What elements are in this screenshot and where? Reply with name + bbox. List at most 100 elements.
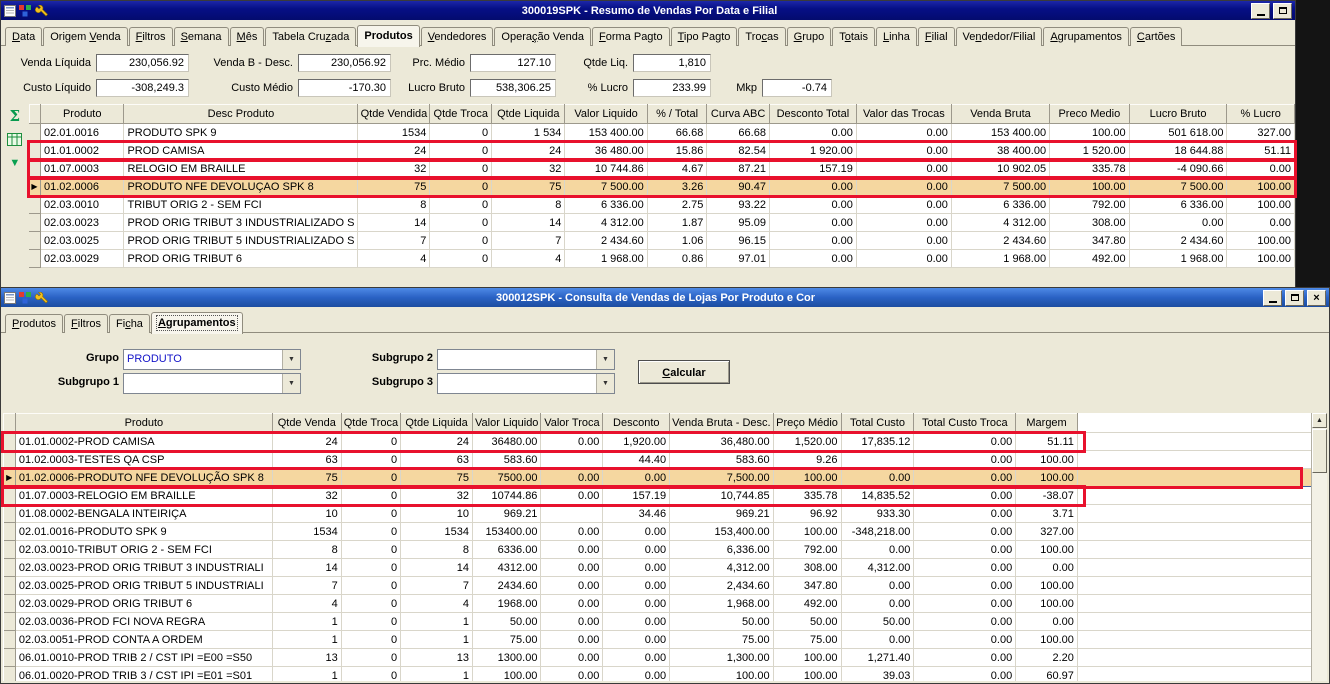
cell[interactable]: 0.00 [841,631,914,649]
row-selector[interactable] [29,250,40,268]
cell[interactable]: 153,400.00 [670,523,773,541]
cell[interactable]: 0.00 [769,196,856,214]
cell[interactable]: 75.00 [473,631,541,649]
cell[interactable] [541,505,603,523]
cell[interactable]: 1534 [358,124,430,142]
cell[interactable]: 4 312.00 [565,214,647,232]
cell[interactable]: 0.00 [603,631,670,649]
column-header-qtde-liquida[interactable]: Qtde Liquida [492,105,565,124]
cell[interactable]: 0 [341,469,400,487]
cell[interactable]: 0.00 [914,433,1016,451]
cell[interactable]: 0 [430,214,492,232]
row-selector[interactable] [29,142,40,160]
cell[interactable]: 0.00 [914,577,1016,595]
cell[interactable]: 01.08.0002-BENGALA INTEIRIÇA [15,505,272,523]
cell[interactable]: 100.00 [670,667,773,682]
cell[interactable]: 60.97 [1016,667,1078,682]
cell[interactable]: 18 644.88 [1129,142,1227,160]
row-selector[interactable] [29,232,40,250]
cell[interactable]: 308.00 [773,559,841,577]
cell[interactable]: 1534 [272,523,341,541]
cell[interactable]: 0.00 [914,505,1016,523]
cell[interactable]: 0.00 [541,613,603,631]
cell[interactable]: 0 [341,541,400,559]
row-selector[interactable] [29,160,40,178]
tab-vendedor-filial[interactable]: Vendedor/Filial [956,27,1043,46]
cell[interactable]: 933.30 [841,505,914,523]
cell[interactable]: 0.00 [856,196,951,214]
cell[interactable]: 06.01.0010-PROD TRIB 2 / CST IPI =E00 =S… [15,649,272,667]
cell[interactable]: 100.00 [1227,178,1295,196]
cell[interactable]: 0 [430,196,492,214]
row-selector[interactable] [4,433,16,451]
cell[interactable]: 3.26 [647,178,707,196]
cell[interactable]: 51.11 [1227,142,1295,160]
cell[interactable]: 0.00 [1227,214,1295,232]
cell[interactable]: 93.22 [707,196,770,214]
tab-produtos[interactable]: Produtos [357,25,419,47]
cell[interactable]: 0.00 [769,214,856,232]
tab-opera-o-venda[interactable]: Operação Venda [494,27,591,46]
cell[interactable]: 02.03.0010-TRIBUT ORIG 2 - SEM FCI [15,541,272,559]
sum-icon[interactable]: Σ [9,107,20,125]
cell[interactable]: 0 [341,433,400,451]
cell[interactable]: 100.00 [773,649,841,667]
cell[interactable]: 0 [341,451,400,469]
cell[interactable]: 0.00 [856,124,951,142]
row-selector[interactable]: ▶ [29,178,40,196]
cell[interactable]: 0.00 [541,649,603,667]
tab-vendedores[interactable]: Vendedores [421,27,494,46]
cell[interactable]: 501 618.00 [1129,124,1227,142]
cell[interactable]: 347.80 [1050,232,1130,250]
row-selector[interactable] [4,559,16,577]
cell[interactable]: 36,480.00 [670,433,773,451]
cell[interactable]: 1 [401,631,473,649]
row-selector[interactable] [4,631,16,649]
cell[interactable]: 66.68 [707,124,770,142]
cell[interactable]: 153 400.00 [565,124,647,142]
cell[interactable]: 14 [492,214,565,232]
cell[interactable]: 02.03.0010 [40,196,124,214]
cell[interactable]: 13 [401,649,473,667]
column-header-curva-abc[interactable]: Curva ABC [707,105,770,124]
vertical-scrollbar[interactable]: ▲ [1311,413,1327,681]
column-header-produto[interactable]: Produto [40,105,124,124]
cell[interactable]: 4 [401,595,473,613]
cell[interactable]: 1 534 [492,124,565,142]
grupo-combobox[interactable]: PRODUTO ▼ [123,349,301,370]
chevron-down-icon[interactable]: ▼ [282,374,300,393]
maximize-button[interactable] [1285,290,1304,306]
cell[interactable]: 0.00 [841,469,914,487]
cell[interactable]: 97.01 [707,250,770,268]
cell[interactable]: 8 [272,541,341,559]
cell[interactable]: 0.00 [1129,214,1227,232]
cell[interactable]: 0.00 [541,667,603,682]
cell[interactable]: 66.68 [647,124,707,142]
tab-data[interactable]: Data [5,27,42,46]
cell[interactable]: 492.00 [1050,250,1130,268]
column-header-pre-o-m-dio[interactable]: Preço Médio [773,414,841,433]
cell[interactable]: 10 [401,505,473,523]
chevron-down-icon[interactable]: ▼ [282,350,300,369]
tab-ficha[interactable]: Ficha [109,314,150,333]
cell[interactable]: 0.00 [603,649,670,667]
cell[interactable]: 0.00 [603,523,670,541]
cell[interactable]: 06.01.0020-PROD TRIB 3 / CST IPI =E01 =S… [15,667,272,682]
cell[interactable]: 100.00 [1016,469,1078,487]
chevron-down-icon[interactable]: ▼ [596,374,614,393]
cell[interactable]: 100.00 [1227,232,1295,250]
maximize-button[interactable] [1273,3,1292,19]
cell[interactable]: 36480.00 [473,433,541,451]
column-header-valor-das-trocas[interactable]: Valor das Trocas [856,105,951,124]
cell[interactable]: 2434.60 [473,577,541,595]
tab-grupo[interactable]: Grupo [787,27,832,46]
cell[interactable]: 7 500.00 [1129,178,1227,196]
cell[interactable]: 0 [341,649,400,667]
tab-filtros[interactable]: Filtros [129,27,173,46]
cell[interactable]: 0.00 [541,595,603,613]
cell[interactable]: 2 434.60 [1129,232,1227,250]
cell[interactable]: PRODUTO SPK 9 [124,124,358,142]
cell[interactable]: 15.86 [647,142,707,160]
cell[interactable]: 0 [341,577,400,595]
cell[interactable]: 0.00 [603,469,670,487]
